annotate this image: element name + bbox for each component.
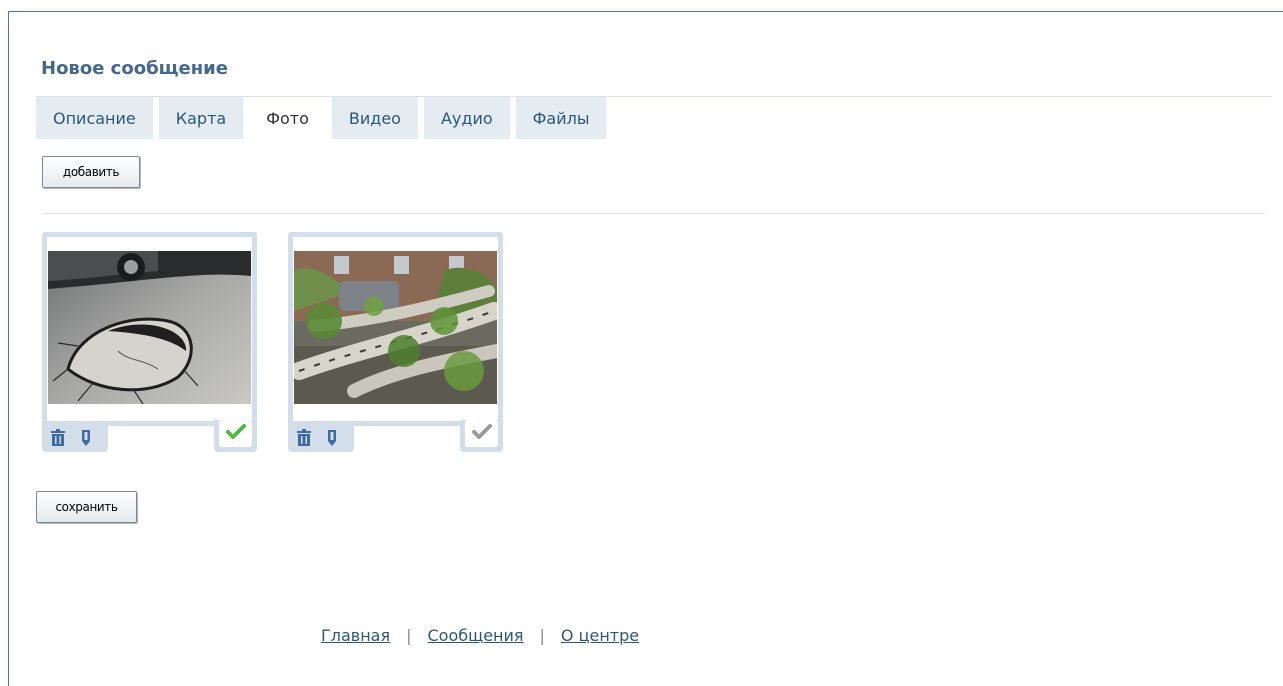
footer-link-about[interactable]: О центре [561, 626, 639, 645]
check-icon [471, 423, 492, 444]
photo-thumbnail-sinkhole[interactable] [48, 251, 251, 404]
footer-nav: Главная | Сообщения | О центре [321, 626, 639, 645]
footer-separator: | [406, 626, 412, 645]
footer-separator: | [539, 626, 545, 645]
photo-thumbnail-fallen-tree[interactable] [294, 251, 497, 404]
pin-icon[interactable] [78, 429, 94, 447]
photo-select-checkbox[interactable] [214, 420, 257, 452]
tab-files[interactable]: Файлы [515, 97, 607, 139]
save-button[interactable]: сохранить [36, 491, 137, 523]
photo-card [42, 232, 257, 452]
photo-select-checkbox[interactable] [460, 420, 503, 452]
photo-card [288, 232, 503, 452]
tab-description[interactable]: Описание [36, 97, 153, 139]
footer-link-home[interactable]: Главная [321, 626, 390, 645]
check-icon [225, 423, 246, 444]
page-title: Новое сообщение [41, 58, 228, 79]
add-photo-button[interactable]: добавить [42, 156, 140, 188]
trash-icon[interactable] [296, 429, 312, 447]
tab-audio[interactable]: Аудио [423, 97, 510, 139]
tab-map[interactable]: Карта [158, 97, 244, 139]
tab-bar: Описание Карта Фото Видео Аудио Файлы [36, 97, 612, 139]
photo-toolbar [288, 422, 354, 452]
pin-icon[interactable] [324, 429, 340, 447]
section-divider [42, 213, 1266, 214]
tab-photo[interactable]: Фото [249, 97, 326, 139]
footer-link-messages[interactable]: Сообщения [428, 626, 524, 645]
photo-toolbar [42, 422, 108, 452]
trash-icon[interactable] [50, 429, 66, 447]
tab-video[interactable]: Видео [331, 97, 418, 139]
